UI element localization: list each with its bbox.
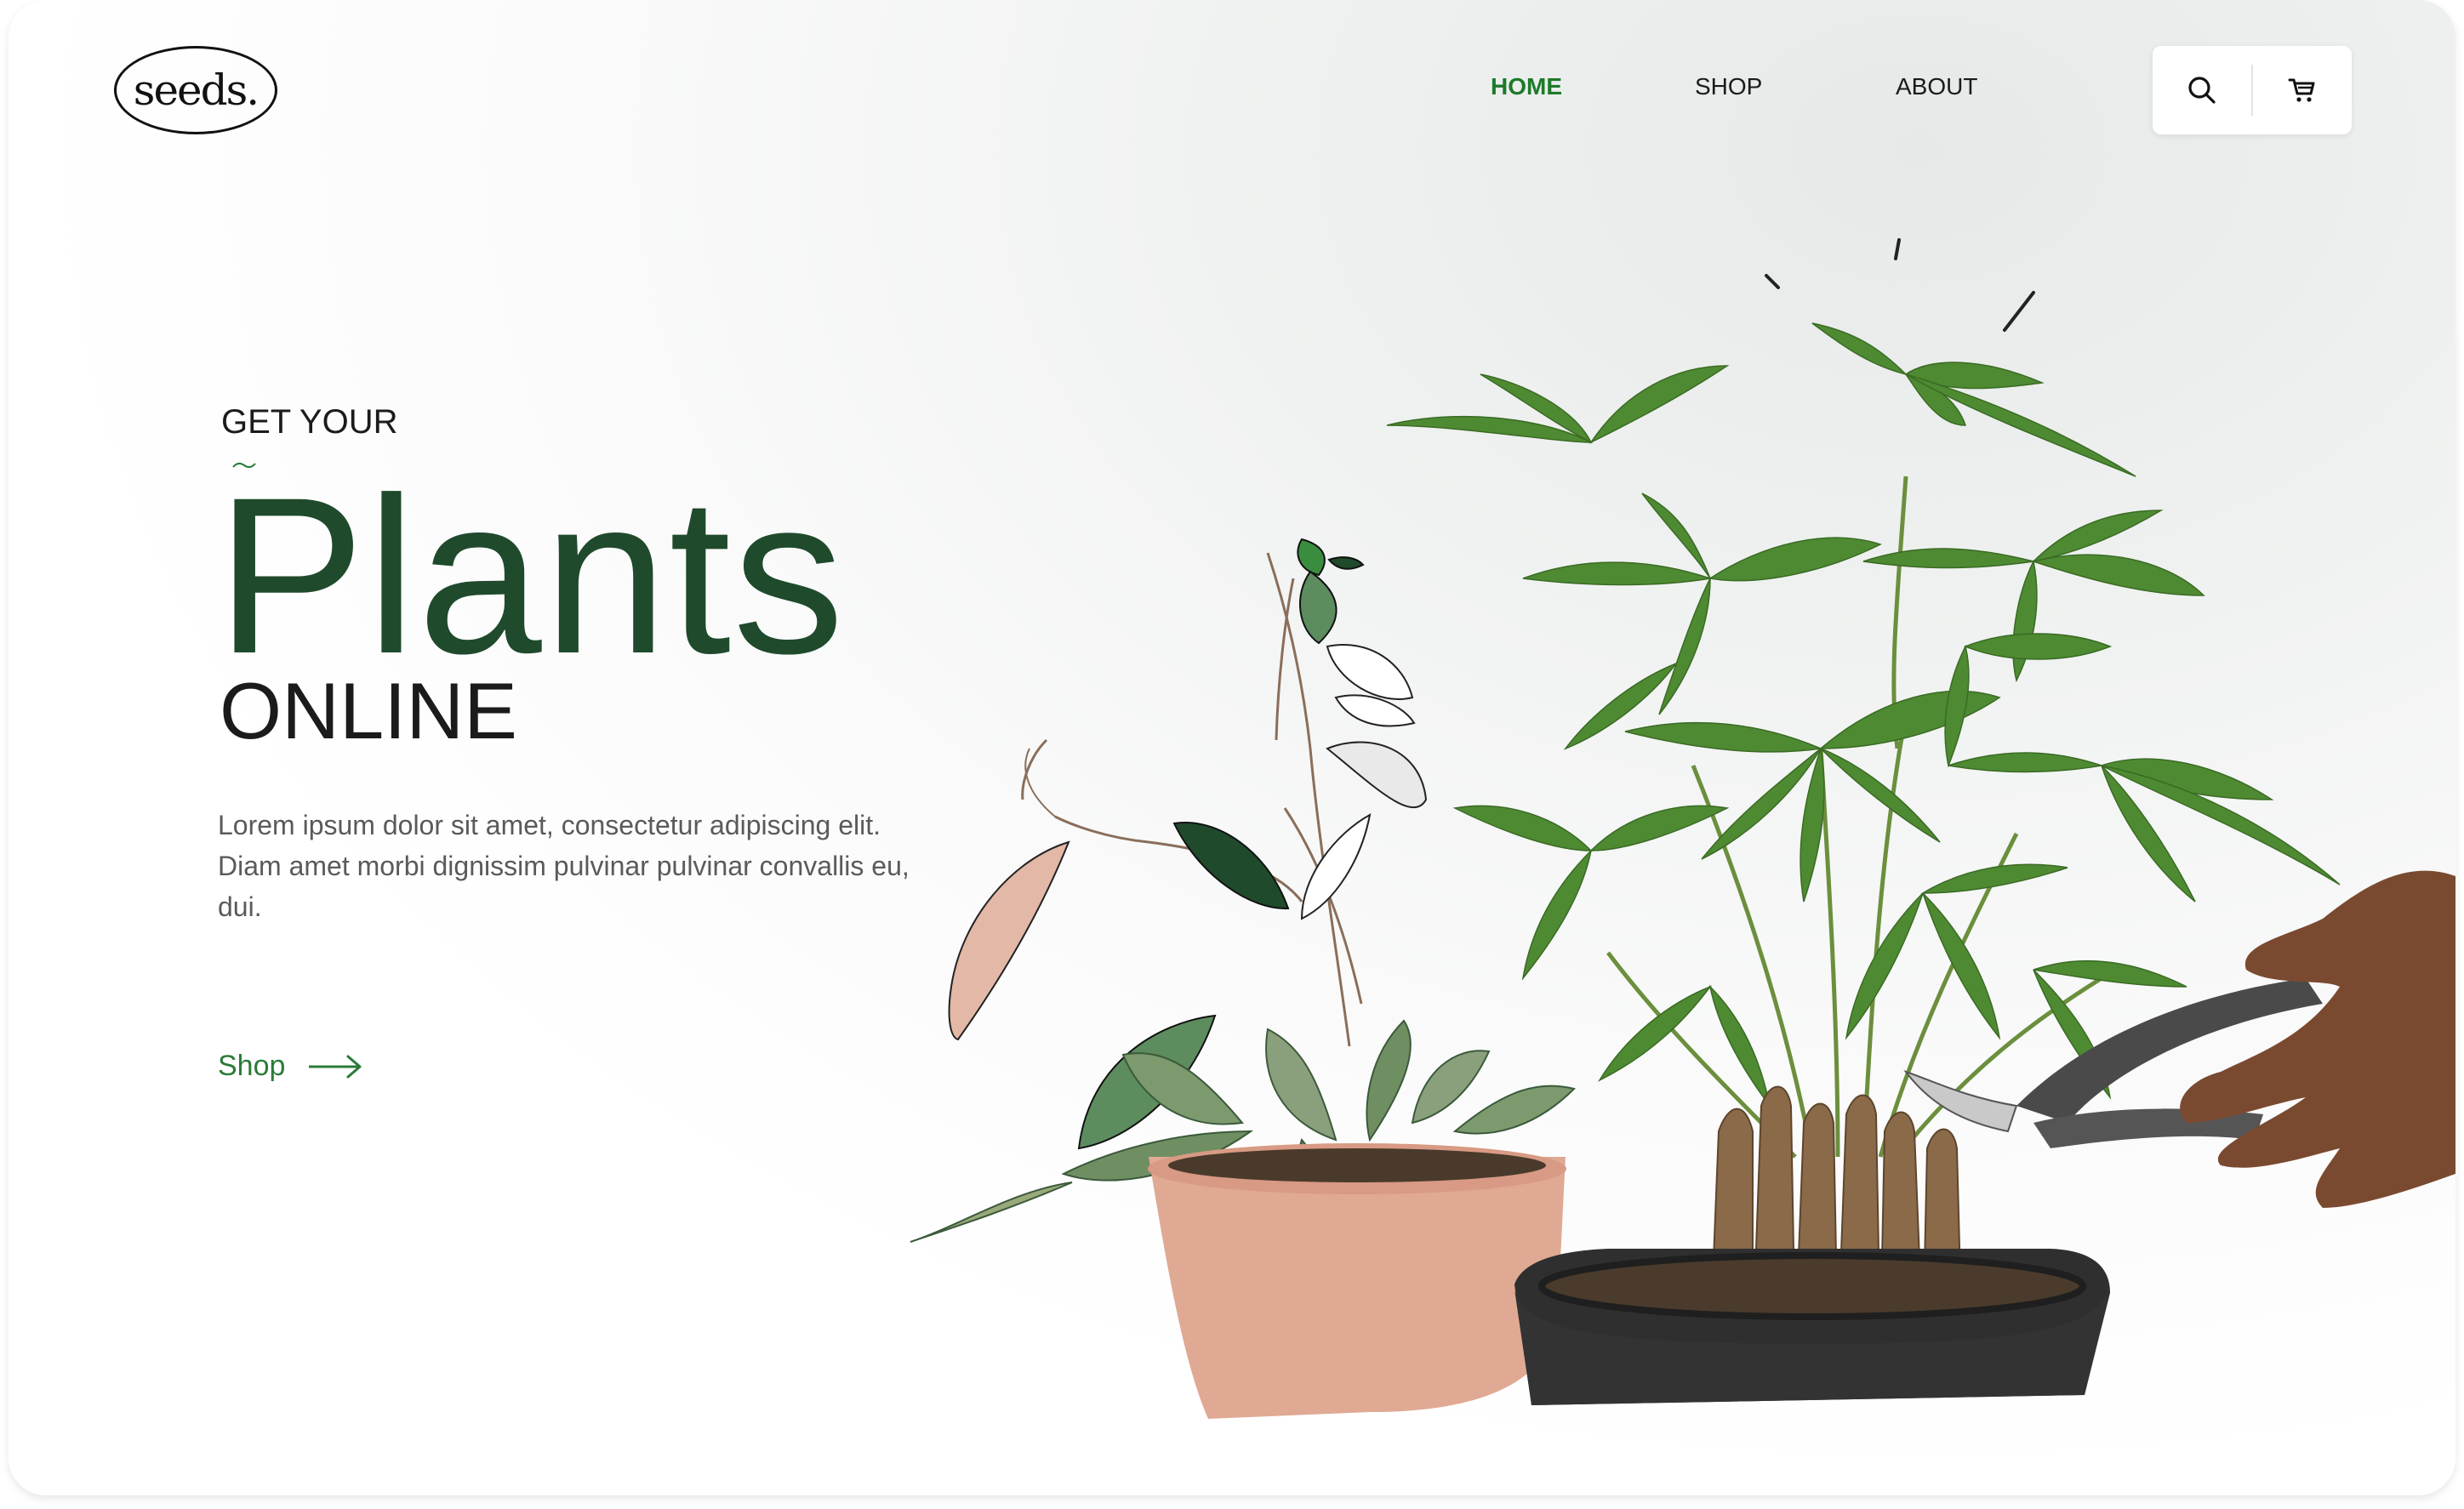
pink-leaf-illustration	[948, 840, 1070, 1041]
outline-leaf-1	[1326, 644, 1414, 700]
sparkle-decoration	[1765, 238, 2035, 332]
pink-pot-soil	[1168, 1148, 1546, 1182]
outline-leaf-3	[1326, 741, 1428, 809]
hero-plants-illustration	[910, 238, 2455, 1419]
sprout-leaf-2	[1299, 570, 1338, 645]
outline-leaf-4	[1300, 813, 1372, 920]
shears-blade	[1903, 1070, 2018, 1133]
black-pot-rim-inner	[1538, 1252, 2086, 1320]
thin-stem-curl	[1024, 748, 1056, 817]
dark-leaf-illustration	[1172, 822, 1290, 910]
sprout-leaf-3	[1327, 556, 1365, 570]
hand	[2180, 870, 2455, 1208]
hand-with-shears	[1903, 870, 2455, 1208]
sprout-leaf-1	[1297, 538, 1326, 577]
page-frame: seeds. HOME SHOP ABOUT GET YOUR Plants O…	[9, 0, 2455, 1495]
pink-pot	[1149, 1157, 1566, 1419]
